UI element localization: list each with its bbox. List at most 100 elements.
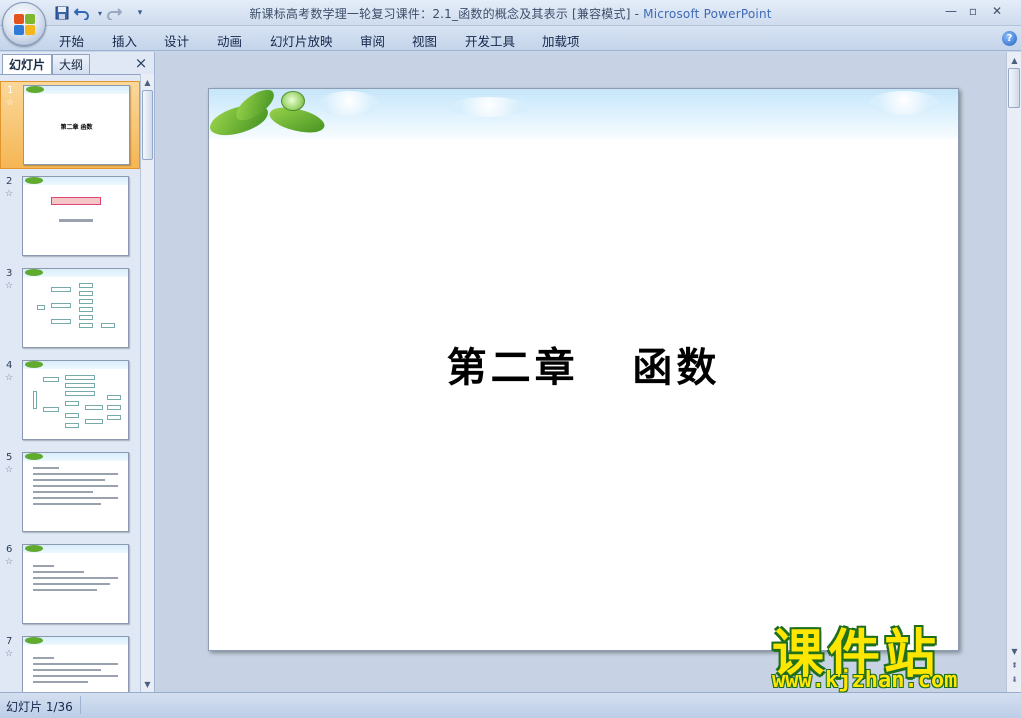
document-title: 新课标高考数学理一轮复习课件：2.1_函数的概念及其表示 [兼容模式] - [249, 7, 644, 21]
next-slide-icon[interactable]: ⇟ [1008, 672, 1021, 686]
animation-star-icon: ☆ [6, 98, 15, 108]
tree-node [65, 375, 95, 380]
status-divider [80, 696, 81, 714]
cloud-decoration [869, 91, 939, 115]
tab-developer[interactable]: 开发工具 [465, 31, 515, 50]
close-pane-icon[interactable]: × [134, 56, 148, 71]
scrollbar-thumb[interactable] [142, 90, 153, 160]
slide-thumbnail-4[interactable]: 4 ☆ [0, 357, 140, 445]
tree-node [51, 319, 71, 324]
tree-node [65, 423, 79, 428]
tab-view[interactable]: 视图 [412, 31, 437, 50]
ribbon-tab-bar: 开始 插入 设计 动画 幻灯片放映 审阅 视图 开发工具 加载项 ? [0, 26, 1021, 51]
slide-number: 6 [6, 544, 13, 555]
slide-number: 5 [6, 452, 13, 463]
previous-slide-icon[interactable]: ⇞ [1008, 658, 1021, 672]
help-icon[interactable]: ? [1002, 31, 1017, 46]
slide-preview [22, 452, 129, 532]
tab-review[interactable]: 审阅 [360, 31, 385, 50]
slide-preview [22, 544, 129, 624]
slide-number: 2 [6, 176, 13, 187]
scroll-up-icon[interactable]: ▲ [141, 75, 154, 89]
scroll-up-icon[interactable]: ▲ [1008, 53, 1021, 67]
tree-node [51, 303, 71, 308]
slide-text-lines [33, 657, 118, 687]
slide-counter: 幻灯片 1/36 [6, 700, 73, 714]
leaf-decoration [25, 545, 43, 552]
slide-thumbnail-2[interactable]: 2 ☆ [0, 173, 140, 261]
office-button[interactable] [2, 2, 46, 46]
cloud-decoration [319, 91, 379, 117]
cloud-decoration [449, 97, 529, 117]
leaf-decoration [26, 86, 44, 93]
animation-star-icon: ☆ [5, 373, 14, 383]
tree-node [65, 401, 79, 406]
minimize-button[interactable]: — [940, 2, 962, 20]
tree-node [107, 395, 121, 400]
tab-slide-show[interactable]: 幻灯片放映 [270, 31, 333, 50]
tree-node [65, 383, 95, 388]
tree-node [33, 391, 37, 409]
restore-button[interactable]: ▫ [962, 2, 984, 20]
slide-thumbnail-6[interactable]: 6 ☆ [0, 541, 140, 629]
tree-node [37, 305, 45, 310]
slide-preview [22, 360, 129, 440]
tree-node [79, 299, 93, 304]
tree-node [51, 287, 71, 292]
leaf-decoration [25, 453, 43, 460]
tab-insert[interactable]: 插入 [112, 31, 137, 50]
tree-node [79, 307, 93, 312]
tree-node [43, 377, 59, 382]
slide-banner [51, 197, 101, 205]
window-title: 新课标高考数学理一轮复习课件：2.1_函数的概念及其表示 [兼容模式] - Mi… [0, 5, 1021, 22]
leaf-decoration [25, 177, 43, 184]
tree-node [79, 283, 93, 288]
slide-thumbnail-3[interactable]: 3 ☆ [0, 265, 140, 353]
slide-scrollbar[interactable]: ▲ ▼ ⇞ ⇟ [1006, 52, 1021, 692]
app-title: Microsoft PowerPoint [643, 7, 772, 21]
slide-preview [22, 268, 129, 348]
slide-subtitle-line [59, 219, 93, 222]
status-bar: 幻灯片 1/36 [0, 692, 1021, 718]
slide-number: 7 [6, 636, 13, 647]
scroll-down-icon[interactable]: ▼ [1008, 644, 1021, 658]
slides-pane-scrollbar[interactable]: ▲ ▼ [140, 74, 154, 692]
tab-slides[interactable]: 幻灯片 [2, 54, 53, 74]
tab-home[interactable]: 开始 [59, 31, 84, 50]
close-button[interactable]: ✕ [986, 2, 1008, 20]
tree-node [79, 315, 93, 320]
current-slide[interactable]: 第二章 函数 [208, 88, 959, 651]
tree-node [107, 415, 121, 420]
animation-star-icon: ☆ [5, 557, 14, 567]
scrollbar-thumb[interactable] [1008, 68, 1020, 108]
slide-text-lines [33, 565, 118, 595]
leaf-decoration [25, 637, 43, 644]
snail-decoration [281, 91, 305, 111]
slide-header-band [209, 89, 958, 140]
tab-outline[interactable]: 大纲 [52, 54, 91, 74]
title-bar: ▾ ▾ 新课标高考数学理一轮复习课件：2.1_函数的概念及其表示 [兼容模式] … [0, 0, 1021, 26]
office-logo-icon [14, 14, 36, 36]
slide-thumbnail-7[interactable]: 7 ☆ [0, 633, 140, 692]
leaf-decoration [25, 361, 43, 368]
tab-animations[interactable]: 动画 [217, 31, 242, 50]
slide-preview [22, 176, 129, 256]
slide-number: 4 [6, 360, 13, 371]
tree-node [79, 323, 93, 328]
tab-add-ins[interactable]: 加载项 [542, 31, 580, 50]
animation-star-icon: ☆ [5, 281, 14, 291]
slides-pane: 幻灯片 大纲 × 1 ☆ 第二章 函数 2 ☆ 3 ☆ 4 ☆ 5 ☆ 6 ☆ … [0, 52, 155, 692]
slide-preview-title: 第二章 函数 [60, 124, 93, 131]
tab-design[interactable]: 设计 [164, 31, 189, 50]
slide-text-lines [33, 467, 118, 509]
leaf-decoration [25, 269, 43, 276]
tree-node [65, 413, 79, 418]
slide-editing-area: 第二章 函数 [156, 52, 1006, 692]
slide-thumbnail-5[interactable]: 5 ☆ [0, 449, 140, 537]
slide-thumbnail-list: 1 ☆ 第二章 函数 2 ☆ 3 ☆ 4 ☆ 5 ☆ 6 ☆ 7 ☆ [0, 74, 140, 692]
scroll-down-icon[interactable]: ▼ [141, 677, 154, 691]
slide-title[interactable]: 第二章 函数 [209, 335, 958, 393]
slide-thumbnail-1[interactable]: 1 ☆ 第二章 函数 [0, 81, 140, 169]
slide-preview: 第二章 函数 [23, 85, 130, 165]
tree-node [85, 405, 103, 410]
